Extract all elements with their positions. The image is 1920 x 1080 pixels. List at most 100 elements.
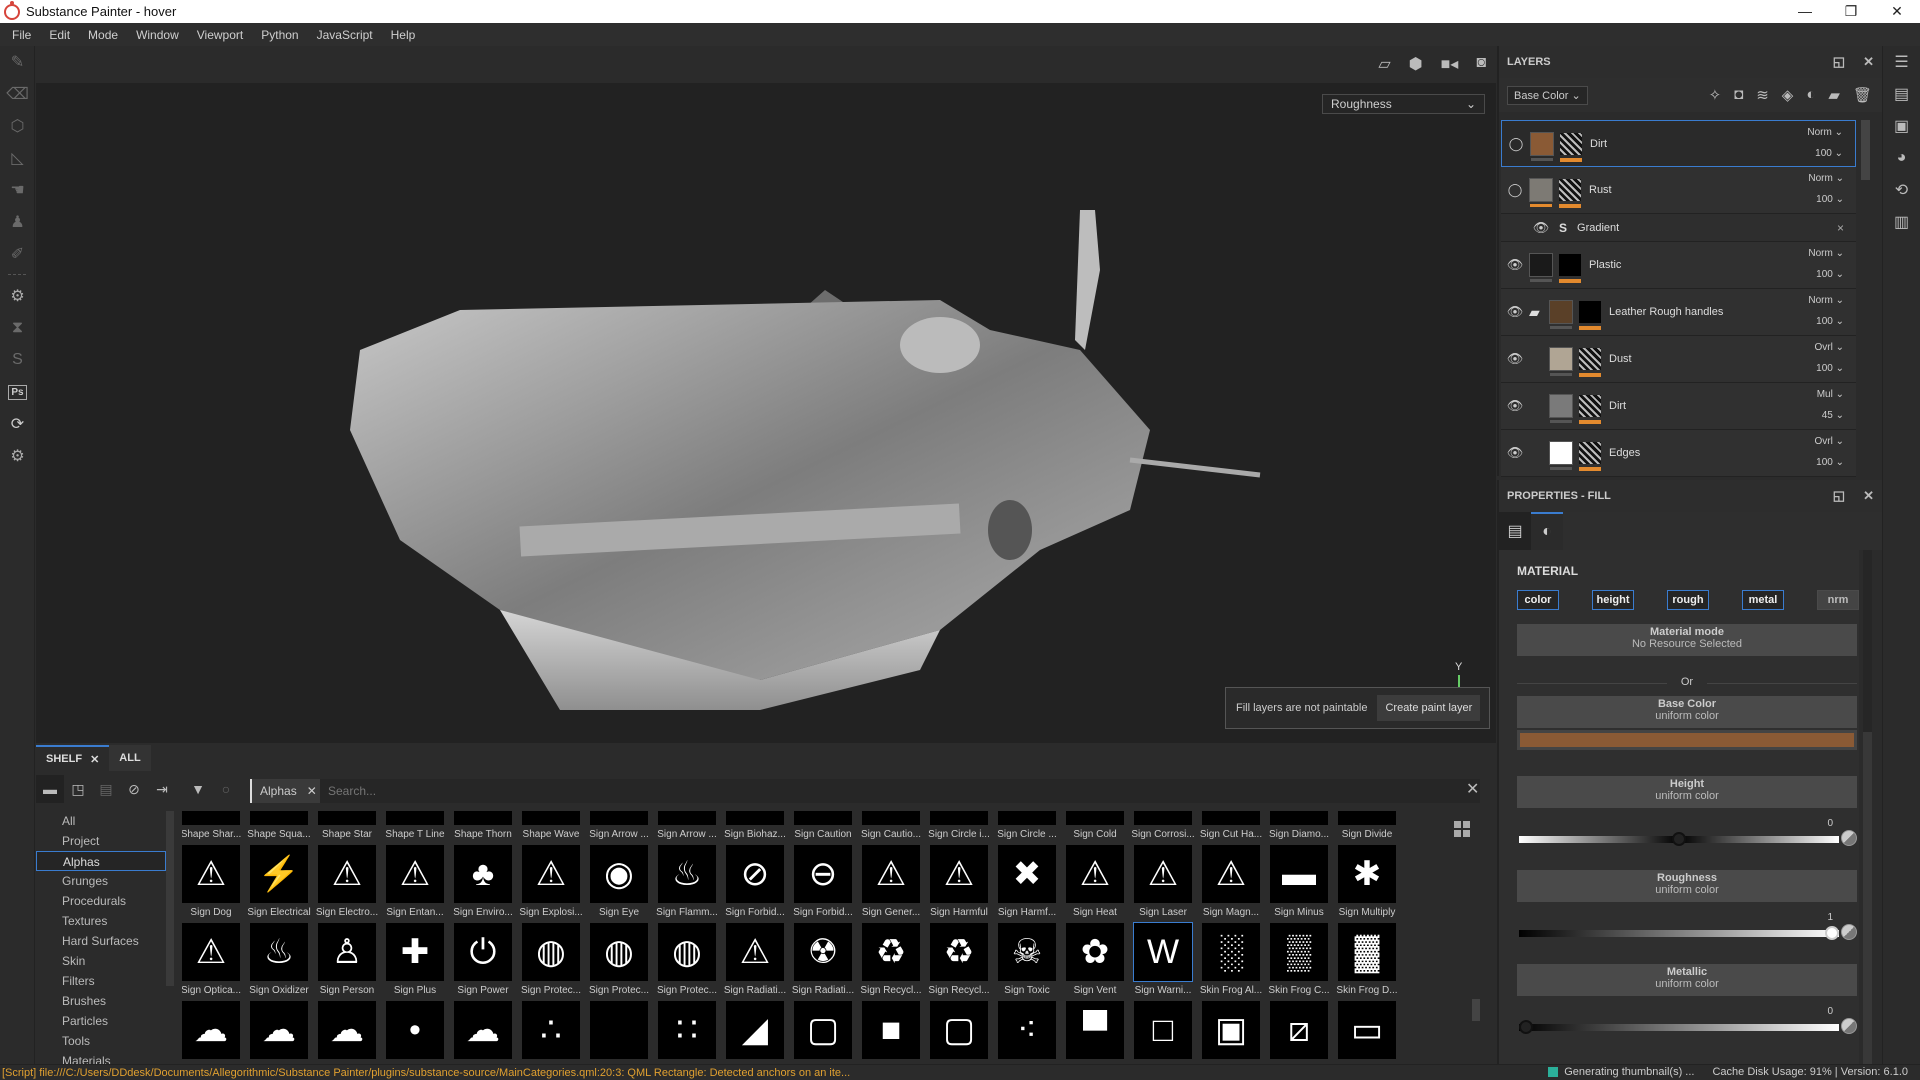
shelf-item[interactable]: ◍ Sign Protec... [521, 923, 581, 1001]
shelf-item[interactable]: Shape Star [318, 811, 376, 845]
shelf-item[interactable]: ⊘ Sign Forbid... [725, 845, 785, 923]
category-item[interactable]: Tools [36, 1031, 166, 1051]
shelf-item[interactable]: ♻ Sign Recycl... [928, 923, 990, 1001]
channel-chip-nrm[interactable]: nrm [1817, 590, 1859, 610]
layer-mask-thumbnail[interactable] [1579, 395, 1601, 424]
shelf-item[interactable]: Sign Divide [1338, 811, 1396, 845]
blend-mode-select[interactable]: Norm ⌄ [1808, 173, 1844, 184]
shelf-item[interactable]: Sign Cold [1066, 811, 1124, 845]
blend-mode-select[interactable]: Norm ⌄ [1808, 295, 1844, 306]
shelf-item[interactable]: ◍ Sign Protec... [657, 923, 717, 1001]
roughness-knob[interactable] [1825, 926, 1839, 940]
shelf-item[interactable]: ∴ [522, 1001, 580, 1059]
shelf-item[interactable] [590, 1001, 648, 1059]
layer-mask-thumbnail[interactable] [1579, 348, 1601, 377]
shelf-item[interactable]: ✚ Sign Plus [386, 923, 444, 1001]
metallic-reset-icon[interactable] [1841, 1018, 1857, 1034]
blend-mode-select[interactable]: Ovrl ⌄ [1814, 342, 1844, 353]
delete-layer-icon[interactable]: 🗑 [1853, 86, 1872, 104]
channel-chip-height[interactable]: height [1592, 590, 1634, 610]
layers-dock-icon[interactable]: ☰ [1883, 46, 1920, 78]
shelf-item[interactable]: ♙ Sign Person [318, 923, 376, 1001]
shelf-item[interactable]: ⚠ Sign Radiati... [724, 923, 786, 1001]
shelf-item[interactable]: ■ [862, 1001, 920, 1059]
category-item[interactable]: Brushes [36, 991, 166, 1011]
roughness-track[interactable] [1519, 930, 1839, 937]
save-icon[interactable]: ▤ [92, 775, 120, 803]
hide-icon[interactable]: ⊘ [120, 775, 148, 803]
roughness-slider[interactable]: 1 [1517, 912, 1857, 948]
opacity-select[interactable]: 100 ⌄ [1816, 316, 1844, 327]
shelf-item[interactable]: ☠ Sign Toxic [998, 923, 1056, 1001]
layer-color-thumbnail[interactable] [1549, 441, 1573, 470]
shelf-item[interactable]: Shape Shar... [182, 811, 241, 845]
category-item[interactable]: Hard Surfaces [36, 931, 166, 951]
shelf-item[interactable]: ▒ Skin Frog C... [1268, 923, 1330, 1001]
height-reset-icon[interactable] [1841, 830, 1857, 846]
visibility-eye-icon[interactable]: 👁 [1501, 351, 1529, 367]
layer-row[interactable]: 👁 Plastic Norm ⌄ 100 ⌄ [1501, 242, 1856, 289]
category-item[interactable]: Skin [36, 951, 166, 971]
base-color-block[interactable]: Base Color uniform color [1517, 696, 1857, 728]
layer-row[interactable]: 👁 ▰ Leather Rough handles Norm ⌄ 100 ⌄ [1501, 289, 1856, 336]
shelf-item[interactable]: ▀ [1066, 1001, 1124, 1059]
shelf-item[interactable]: ✱ Sign Multiply [1338, 845, 1396, 923]
shelf-item[interactable]: ♣ Sign Enviro... [453, 845, 513, 923]
shelf-item[interactable]: ⊖ Sign Forbid... [793, 845, 853, 923]
polygon-fill-tool-icon[interactable]: ◺ [0, 142, 35, 174]
add-folder-icon[interactable]: ▰ [1828, 86, 1840, 104]
shelf-item[interactable]: ░ Skin Frog Al... [1200, 923, 1262, 1001]
shelf-item[interactable]: ∷ [658, 1001, 716, 1059]
shelf-item[interactable]: Shape Wave [522, 811, 580, 845]
3d-model-render[interactable] [340, 210, 1280, 710]
view-mode-icon[interactable]: ▱ [1378, 54, 1390, 74]
tab-shelf[interactable]: SHELF ✕ [36, 745, 110, 771]
minimize-button[interactable]: — [1782, 0, 1828, 23]
visibility-eye-icon[interactable]: 👁 [1501, 257, 1529, 273]
shelf-item[interactable]: ⚠ Sign Explosi... [519, 845, 583, 923]
shelf-item[interactable]: ▓ Skin Frog D... [1336, 923, 1398, 1001]
display-mode-icon[interactable]: ⬢ [1409, 54, 1423, 74]
display-settings-icon[interactable]: ▣ [1883, 110, 1920, 142]
layer-row[interactable]: 👁 Dust Ovrl ⌄ 100 ⌄ [1501, 336, 1856, 383]
float-panel-icon[interactable]: ◱ [1833, 488, 1845, 504]
photoshop-export-icon[interactable]: Ps [0, 376, 35, 408]
menu-javascript[interactable]: JavaScript [311, 28, 385, 42]
opacity-select[interactable]: 45 ⌄ [1822, 410, 1844, 421]
category-item[interactable]: All [36, 811, 166, 831]
visibility-eye-icon[interactable]: ◯ [1502, 136, 1530, 152]
properties-scrollbar[interactable] [1863, 550, 1872, 1064]
menu-file[interactable]: File [6, 28, 43, 42]
texture-set-settings-icon[interactable]: ▤ [1883, 78, 1920, 110]
shelf-item[interactable]: ⧄ [1270, 1001, 1328, 1059]
shelf-item[interactable]: ⚠ Sign Optica... [182, 923, 241, 1001]
clear-search-icon[interactable]: ✕ [1466, 779, 1479, 799]
filter-icon[interactable]: ▼ [184, 775, 212, 803]
category-item[interactable]: Materials [36, 1051, 166, 1065]
shelf-item[interactable]: Sign Caution [794, 811, 852, 845]
shelf-item[interactable]: Sign Arrow ... [589, 811, 649, 845]
shelf-item[interactable]: ☁ [250, 1001, 308, 1059]
categories-scrollbar[interactable] [166, 811, 174, 986]
base-color-swatch[interactable] [1517, 730, 1857, 750]
shelf-item[interactable]: Sign Cut Ha... [1200, 811, 1262, 845]
projection-tool-icon[interactable]: ⬡ [0, 110, 35, 142]
roughness-block[interactable]: Roughness uniform color [1517, 870, 1857, 902]
close-panel-icon[interactable]: ✕ [1863, 54, 1874, 70]
material-tab[interactable]: ◐ [1531, 512, 1563, 550]
shelf-item[interactable]: ♨ Sign Oxidizer [249, 923, 309, 1001]
shelf-item[interactable]: ⚠ Sign Electro... [316, 845, 378, 923]
height-block[interactable]: Height uniform color [1517, 776, 1857, 808]
height-slider[interactable]: 0 [1517, 818, 1857, 854]
substance-settings-icon[interactable]: ⚙ [0, 440, 35, 472]
layer-channel-select[interactable]: Base Color ⌄ [1507, 85, 1588, 105]
menu-mode[interactable]: Mode [82, 28, 130, 42]
float-panel-icon[interactable]: ◱ [1833, 54, 1845, 70]
metallic-slider[interactable]: 0 [1517, 1006, 1857, 1042]
shelf-item[interactable]: ☁ [182, 1001, 240, 1059]
layer-row[interactable]: ◯ Dirt Norm ⌄ 100 ⌄ [1501, 120, 1856, 167]
layer-mask-thumbnail[interactable] [1579, 442, 1601, 471]
shelf-item[interactable]: Sign Cautio... [861, 811, 921, 845]
channel-chip-metal[interactable]: metal [1742, 590, 1784, 610]
shelf-item[interactable]: ▢ [794, 1001, 852, 1059]
